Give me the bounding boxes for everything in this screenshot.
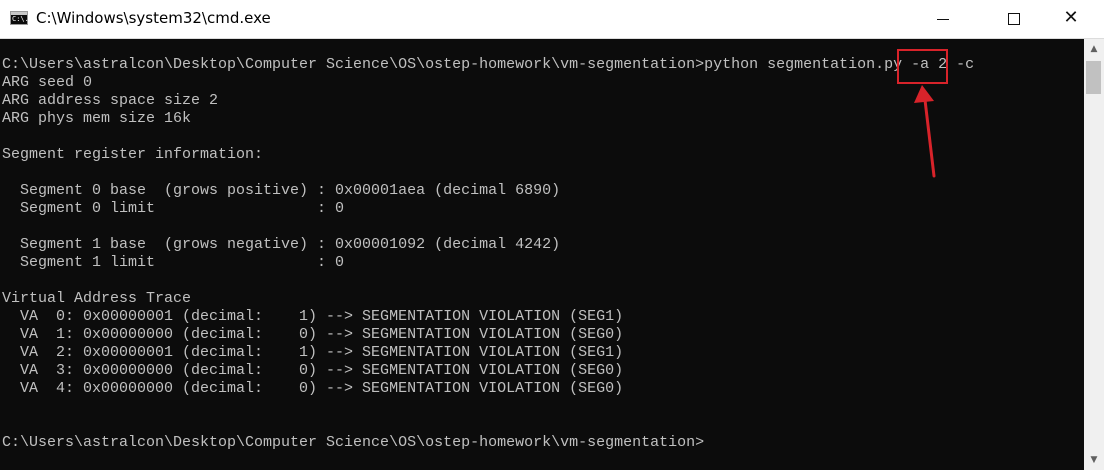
red-arrow-icon: [914, 85, 936, 178]
